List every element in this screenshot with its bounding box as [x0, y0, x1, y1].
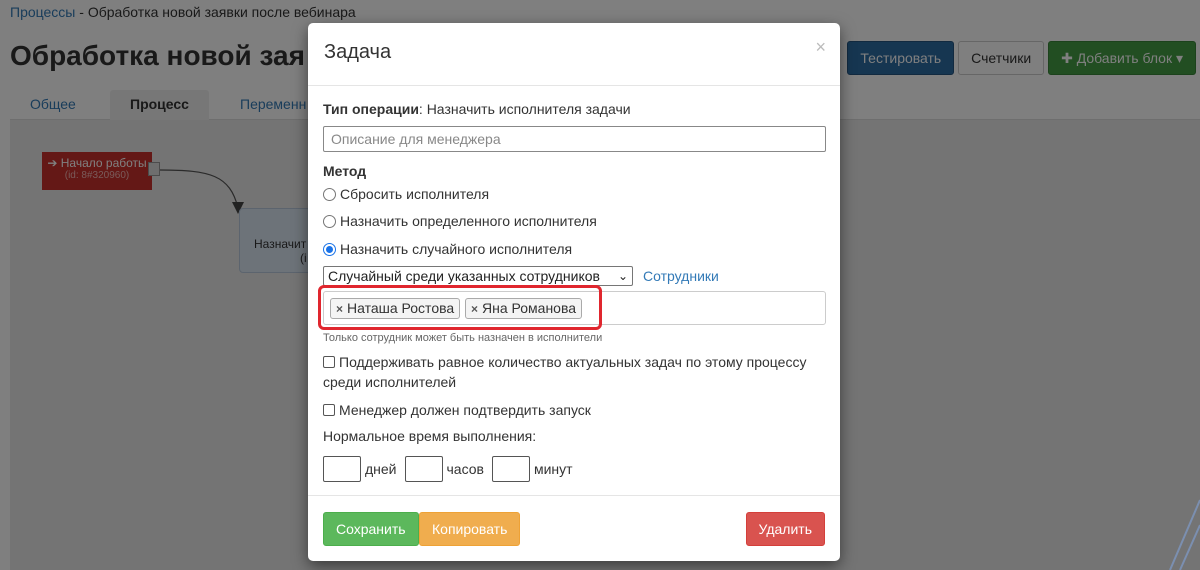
copy-button[interactable]: Копировать [419, 512, 521, 546]
checkbox-label: Поддерживать равное количество актуальны… [323, 354, 807, 390]
radio-button-checked[interactable] [323, 242, 336, 256]
modal-header: Задача × [308, 23, 840, 86]
radio-label: Сбросить исполнителя [340, 186, 490, 202]
radio-assign-random[interactable]: Назначить случайного исполнителя [323, 241, 572, 257]
operation-type-label: Тип операции [323, 101, 419, 117]
radio-reset-assignee[interactable]: Сбросить исполнителя [323, 186, 489, 202]
save-button[interactable]: Сохранить [323, 512, 419, 546]
minutes-input[interactable] [491, 456, 530, 482]
method-label: Метод [323, 163, 367, 179]
radio-assign-specific[interactable]: Назначить определенного исполнителя [323, 213, 597, 229]
select-value: Случайный среди указанных сотрудников [328, 268, 600, 284]
description-input[interactable] [323, 126, 826, 152]
normal-time-label: Нормальное время выполнения: [323, 428, 537, 444]
checkbox-label: Менеджер должен подтвердить запуск [339, 402, 591, 418]
close-icon[interactable]: × [815, 37, 826, 58]
radio-label: Назначить определенного исполнителя [340, 213, 597, 229]
modal-footer: Сохранить Копировать Удалить [308, 495, 840, 561]
radio-button[interactable] [323, 187, 336, 201]
highlight-annotation [318, 285, 602, 330]
random-mode-row: Случайный среди указанных сотрудников ⌄ … [323, 266, 719, 286]
radio-button[interactable] [323, 214, 336, 228]
days-input[interactable] [323, 456, 361, 482]
chevron-down-icon: ⌄ [617, 269, 628, 283]
decorative-lines [1169, 499, 1200, 570]
modal-title: Задача [324, 41, 392, 63]
employees-link[interactable]: Сотрудники [643, 268, 719, 284]
help-text: Только сотрудник может быть назначен в и… [323, 332, 603, 344]
random-mode-select[interactable]: Случайный среди указанных сотрудников ⌄ [323, 266, 633, 286]
checkbox[interactable] [323, 404, 335, 416]
balance-tasks-option[interactable]: Поддерживать равное количество актуальны… [323, 352, 813, 392]
normal-time-inputs: дней часов минут [323, 456, 581, 482]
operation-type-value: : Назначить исполнителя задачи [418, 101, 631, 117]
hours-unit: часов [446, 461, 484, 477]
minutes-unit: минут [533, 461, 573, 477]
checkbox[interactable] [323, 356, 335, 368]
task-modal: Задача × Тип операции: Назначить исполни… [308, 23, 840, 561]
manager-confirm-option[interactable]: Менеджер должен подтвердить запуск [323, 400, 591, 420]
operation-type: Тип операции: Назначить исполнителя зада… [323, 101, 631, 117]
delete-button[interactable]: Удалить [745, 512, 825, 546]
hours-input[interactable] [404, 456, 443, 482]
days-unit: дней [365, 461, 397, 477]
radio-label: Назначить случайного исполнителя [340, 241, 573, 257]
